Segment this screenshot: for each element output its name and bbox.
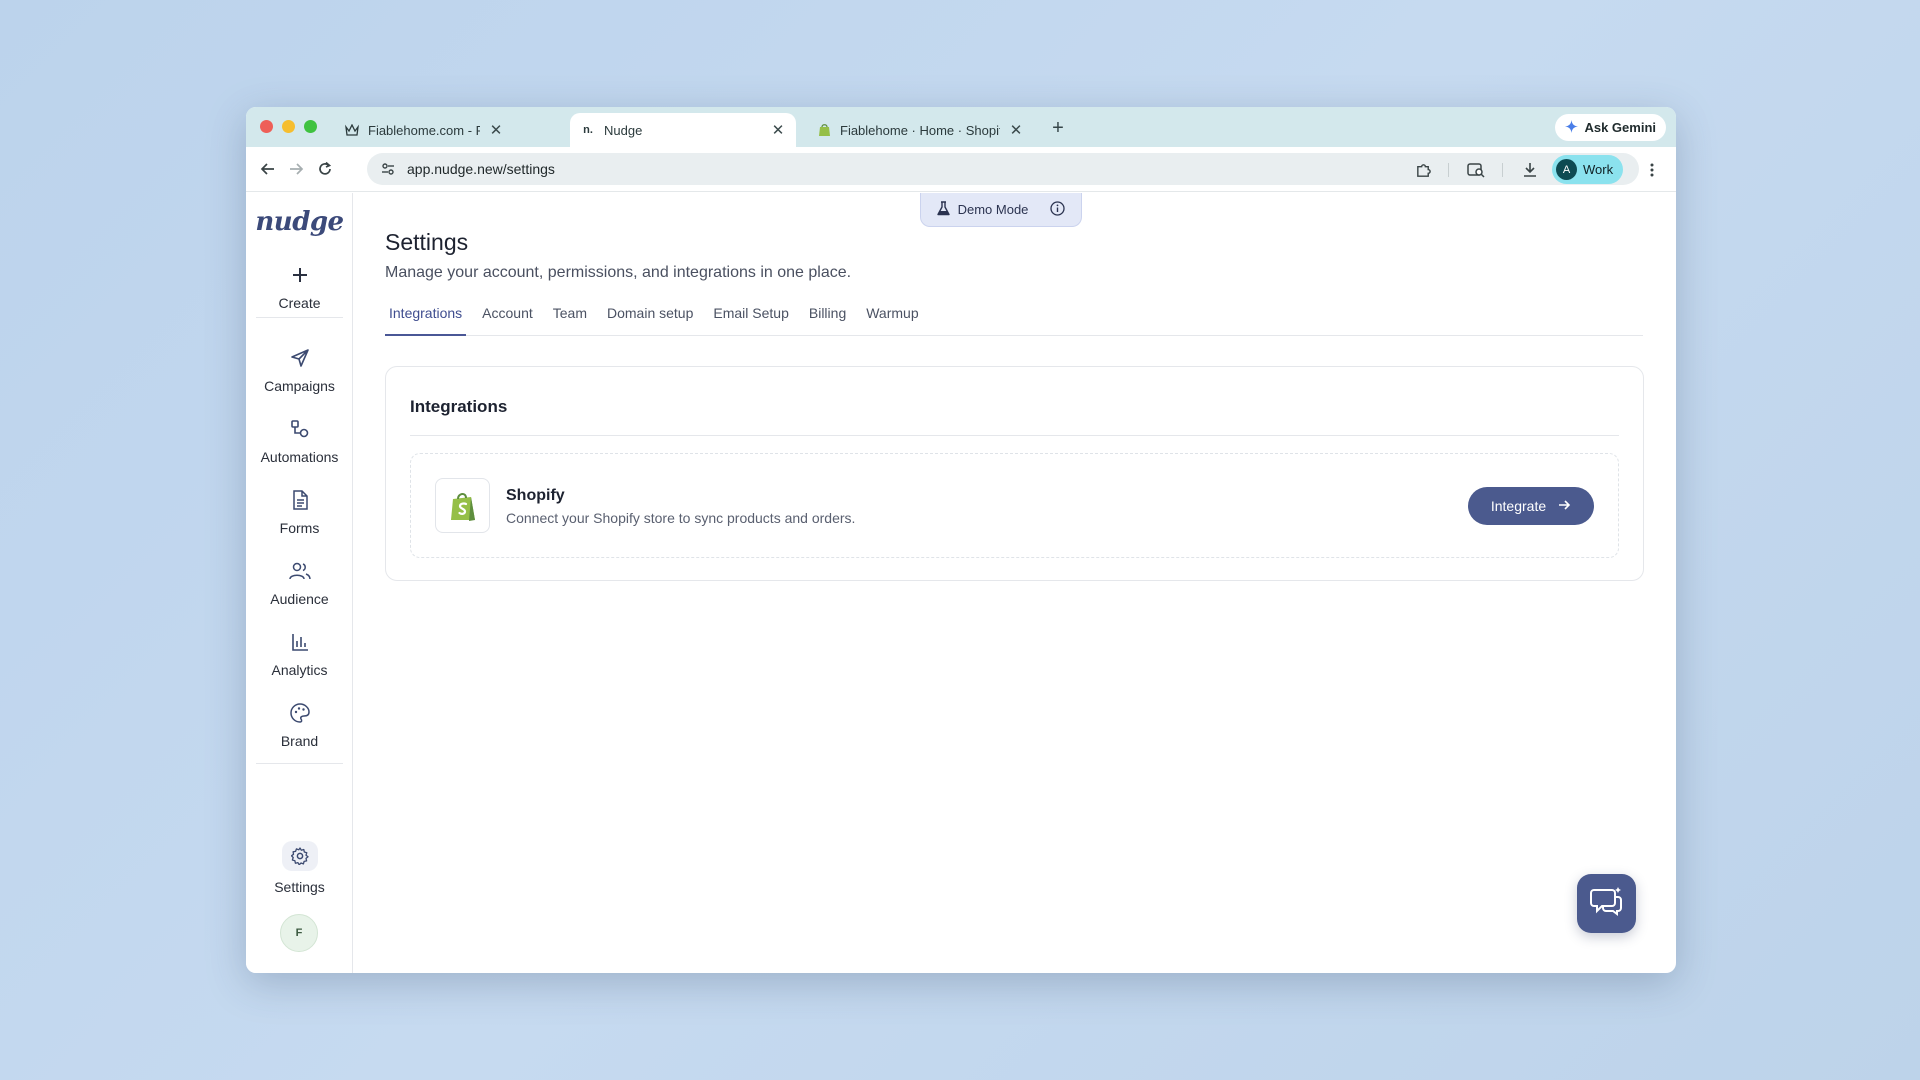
back-arrow-icon[interactable] — [256, 157, 280, 181]
browser-tab-fiablehome[interactable]: Fiablehome.com - Premium K ✕ — [334, 113, 514, 147]
sidebar-divider — [256, 317, 343, 318]
close-tab-icon[interactable]: ✕ — [488, 121, 504, 139]
tab-email-setup[interactable]: Email Setup — [709, 301, 792, 336]
integrations-card: Integrations Shopify Connect your Shopif… — [385, 366, 1644, 581]
workflow-icon — [288, 417, 312, 441]
crown-icon — [344, 122, 360, 138]
plus-icon — [288, 263, 312, 287]
tab-strip: Fiablehome.com - Premium K ✕ n. Nudge ✕ … — [246, 107, 1676, 147]
tab-team[interactable]: Team — [549, 301, 591, 336]
document-icon — [288, 488, 312, 512]
extensions-puzzle-icon[interactable] — [1411, 158, 1435, 182]
user-avatar[interactable]: F — [280, 914, 318, 952]
tab-title: Fiablehome · Home · Shopify — [840, 122, 1000, 138]
sidebar-item-label: Forms — [279, 520, 320, 536]
integration-description: Connect your Shopify store to sync produ… — [506, 510, 856, 526]
sidebar: nudge Create Campaigns Automations Forms… — [246, 193, 353, 973]
more-menu-icon[interactable] — [1640, 158, 1664, 182]
tab-account[interactable]: Account — [478, 301, 537, 336]
gear-icon — [281, 841, 318, 871]
sidebar-item-automations[interactable]: Automations — [246, 417, 353, 465]
forward-arrow-icon[interactable] — [284, 157, 308, 181]
integration-name: Shopify — [506, 487, 565, 504]
tab-domain-setup[interactable]: Domain setup — [603, 301, 697, 336]
browser-toolbar: app.nudge.new/settings ☆ A Work — [246, 147, 1676, 192]
profile-label: Work — [1583, 162, 1614, 177]
new-tab-button[interactable]: + — [1046, 117, 1070, 140]
sidebar-item-label: Audience — [270, 591, 329, 607]
close-tab-icon[interactable]: ✕ — [1008, 121, 1024, 139]
shopify-bag-icon — [816, 122, 832, 138]
profile-avatar: A — [1556, 159, 1577, 180]
chat-bubble-icon — [1589, 886, 1624, 921]
palette-icon — [288, 701, 312, 725]
window-controls — [260, 120, 317, 133]
tab-title: Nudge — [604, 122, 643, 138]
close-window-button[interactable] — [260, 120, 273, 133]
integrate-label: Integrate — [1490, 498, 1547, 514]
page-title: Settings — [385, 229, 469, 255]
sidebar-item-forms[interactable]: Forms — [246, 488, 353, 536]
tab-search-icon[interactable] — [1464, 158, 1488, 182]
nudge-logo[interactable]: nudge — [246, 207, 353, 237]
main-content: Settings Manage your account, permission… — [385, 193, 1676, 973]
sidebar-item-label: Create — [278, 295, 321, 311]
gemini-sparkle-icon — [1565, 119, 1579, 136]
sidebar-item-create[interactable]: Create — [246, 263, 353, 311]
integrate-button[interactable]: Integrate — [1468, 487, 1594, 525]
maximize-window-button[interactable] — [304, 120, 317, 133]
sidebar-item-label: Brand — [280, 733, 319, 749]
chat-support-button[interactable] — [1577, 874, 1636, 933]
section-title: Integrations — [410, 397, 508, 416]
page-subtitle: Manage your account, permissions, and in… — [385, 264, 852, 281]
sidebar-item-brand[interactable]: Brand — [246, 701, 353, 749]
site-settings-icon[interactable] — [373, 154, 403, 184]
ask-gemini-button[interactable]: Ask Gemini — [1555, 114, 1666, 141]
sidebar-item-analytics[interactable]: Analytics — [246, 630, 353, 678]
divider — [410, 435, 1619, 436]
toolbar-separator — [1448, 163, 1449, 177]
sidebar-item-audience[interactable]: Audience — [246, 559, 353, 607]
toolbar-separator — [1502, 163, 1503, 177]
settings-tabs: Integrations Account Team Domain setup E… — [385, 301, 1643, 336]
users-icon — [288, 559, 312, 583]
arrow-right-icon — [1558, 498, 1571, 514]
browser-tab-nudge[interactable]: n. Nudge ✕ — [570, 113, 796, 147]
sidebar-item-label: Automations — [260, 449, 339, 465]
browser-tab-shopify[interactable]: Fiablehome · Home · Shopify ✕ — [806, 113, 1034, 147]
bar-chart-icon — [288, 630, 312, 654]
sidebar-item-label: Analytics — [271, 662, 328, 678]
tab-billing[interactable]: Billing — [805, 301, 850, 336]
sidebar-item-label: Settings — [274, 879, 325, 895]
tab-title: Fiablehome.com - Premium K — [368, 122, 480, 138]
send-icon — [288, 346, 312, 370]
nudge-favicon: n. — [583, 124, 593, 136]
ask-gemini-label: Ask Gemini — [1584, 120, 1656, 135]
browser-window: Fiablehome.com - Premium K ✕ n. Nudge ✕ … — [246, 107, 1676, 973]
tab-warmup[interactable]: Warmup — [862, 301, 922, 336]
shopify-logo-icon — [435, 478, 490, 533]
integration-item-shopify: Shopify Connect your Shopify store to sy… — [410, 453, 1619, 558]
download-icon[interactable] — [1518, 158, 1542, 182]
sidebar-divider — [256, 763, 343, 764]
sidebar-item-campaigns[interactable]: Campaigns — [246, 346, 353, 394]
minimize-window-button[interactable] — [282, 120, 295, 133]
tab-integrations[interactable]: Integrations — [385, 301, 467, 336]
reload-icon[interactable] — [313, 157, 337, 181]
sidebar-item-settings[interactable]: Settings — [246, 841, 353, 895]
nudge-app: nudge Create Campaigns Automations Forms… — [246, 193, 1676, 973]
close-tab-icon[interactable]: ✕ — [770, 121, 786, 139]
sidebar-item-label: Campaigns — [264, 378, 335, 394]
profile-chip[interactable]: A Work — [1552, 155, 1624, 184]
